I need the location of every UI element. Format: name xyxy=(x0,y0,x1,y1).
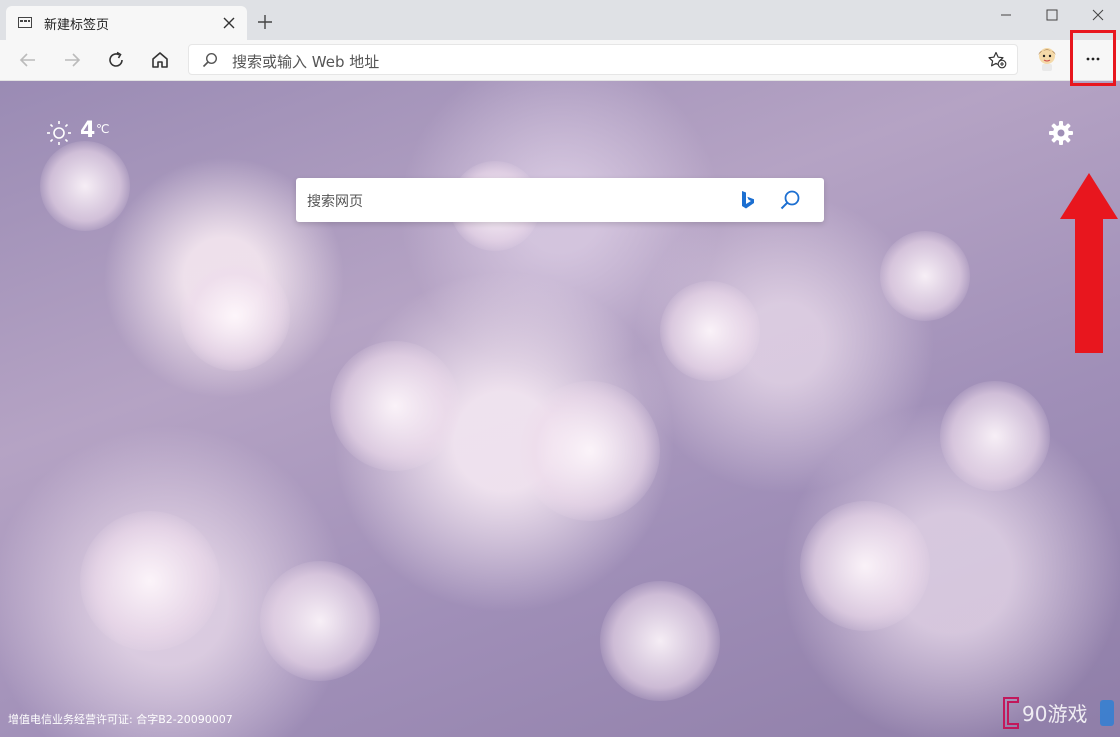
search-icon xyxy=(202,52,218,68)
background-blossom xyxy=(880,231,970,321)
search-icon[interactable] xyxy=(779,189,801,211)
background-blossom xyxy=(800,501,930,631)
home-icon[interactable] xyxy=(150,50,170,70)
svg-text:90游戏: 90游戏 xyxy=(1022,702,1087,726)
profile-avatar-icon[interactable] xyxy=(1035,46,1059,72)
refresh-icon[interactable] xyxy=(106,50,126,70)
background-blossom xyxy=(940,381,1050,491)
background-blossom xyxy=(520,381,660,521)
toolbar: 搜索或输入 Web 地址 xyxy=(0,40,1120,81)
background-blossom xyxy=(260,561,380,681)
arrow-left-icon[interactable] xyxy=(18,50,38,70)
background-blossom xyxy=(80,511,220,651)
background-blossom xyxy=(600,581,720,701)
search-input[interactable]: 搜索网页 xyxy=(307,191,363,211)
tab-title: 新建标签页 xyxy=(44,18,110,33)
weather-unit: ℃ xyxy=(96,122,110,136)
annotation-arrow xyxy=(1060,173,1118,353)
window-close-icon[interactable] xyxy=(1089,6,1107,24)
address-bar[interactable]: 搜索或输入 Web 地址 xyxy=(188,44,1018,75)
title-bar: 新建标签页 xyxy=(0,0,1120,40)
new-tab-page: 4 ℃ 搜索网页 增值电信业务经营许可证: 合字B2-20090007 90游戏 xyxy=(0,81,1120,737)
gear-icon[interactable] xyxy=(1048,120,1074,146)
sun-icon[interactable] xyxy=(46,120,72,146)
background-blossom xyxy=(40,141,130,231)
bing-logo-icon xyxy=(742,191,754,209)
maximize-icon[interactable] xyxy=(1043,6,1061,24)
site-watermark-logo: 90游戏 xyxy=(1003,697,1114,729)
close-icon[interactable] xyxy=(221,15,237,31)
minimize-icon[interactable] xyxy=(997,6,1015,24)
new-tab-button[interactable] xyxy=(256,13,274,31)
background-blossom xyxy=(330,341,460,471)
star-add-icon[interactable] xyxy=(987,51,1007,69)
weather-temperature[interactable]: 4 xyxy=(80,118,95,143)
address-input[interactable]: 搜索或输入 Web 地址 xyxy=(232,51,379,72)
license-footer[interactable]: 增值电信业务经营许可证: 合字B2-20090007 xyxy=(8,711,233,727)
arrow-right-icon[interactable] xyxy=(62,50,82,70)
tab-new-tab[interactable]: 新建标签页 xyxy=(6,6,247,40)
web-search-box[interactable]: 搜索网页 xyxy=(296,178,824,222)
background-blossom xyxy=(660,281,760,381)
annotation-highlight-box xyxy=(1070,30,1116,86)
new-tab-page-icon xyxy=(18,17,32,28)
background-blossom xyxy=(180,261,290,371)
